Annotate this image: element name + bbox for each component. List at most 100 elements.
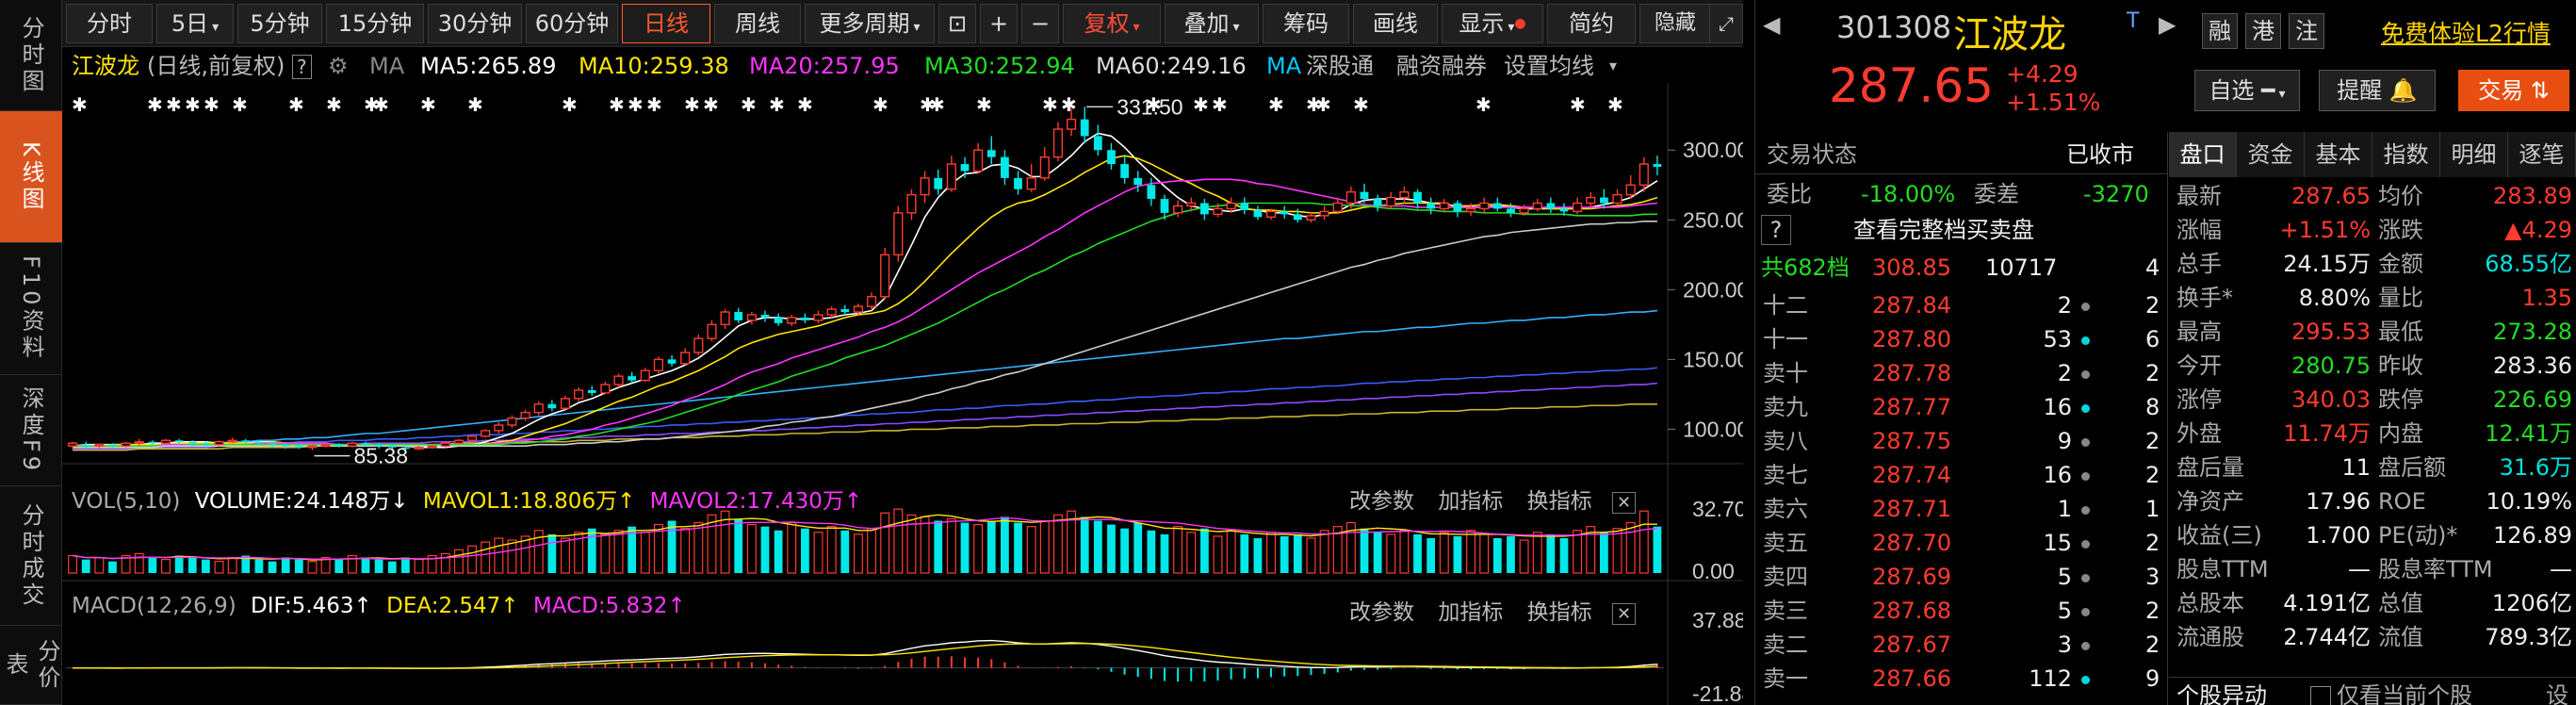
btn-weekly[interactable]: 周线	[714, 4, 801, 43]
order-book-row[interactable]: 卖六 287.71 1 1	[1755, 492, 2168, 526]
full-depth-link[interactable]: 查看完整档买卖盘	[1853, 213, 2034, 247]
prev-stock-icon[interactable]: ◀	[1763, 11, 1780, 38]
watchlist-button[interactable]: 自选 ━ ▾	[2194, 70, 2300, 111]
volume-bar	[600, 533, 611, 574]
btn-draw[interactable]: 画线	[1353, 4, 1438, 43]
ma5-line	[72, 132, 1658, 449]
btn-5day[interactable]: 5日 ▾	[156, 4, 234, 43]
tab-price-table[interactable]: 分价表	[0, 626, 62, 705]
panel-tab[interactable]: 指数	[2372, 132, 2440, 177]
btn-30min[interactable]: 30分钟	[428, 4, 522, 43]
vol-add-indicator-button[interactable]: 加指标	[1438, 489, 1503, 514]
kline-chart-area[interactable]: ✱ ✱ ✱ ✱ ✱ ✱ ✱ ✱ ✱ ✱ ✱ ✱ ✱ ✱ ✱ ✱ ✱ ✱ ✱ ✱ ✱ ✱ ✱ ✱ ✱ ✱ ✱ ✱ ✱ ✱ ✱ ✱ ✱ ✱ ✱ ✱ ✱ 30…	[62, 83, 1743, 705]
panel-tab[interactable]: 资金	[2237, 132, 2305, 177]
macd-add-indicator-button[interactable]: 加指标	[1438, 600, 1503, 625]
candle-body	[481, 430, 491, 437]
order-book-row[interactable]: 卖二 287.67 3 2	[1755, 628, 2168, 662]
order-book-row[interactable]: 卖七 287.74 16 2	[1755, 458, 2168, 492]
order-book-row[interactable]: 卖三 287.68 5 2	[1755, 594, 2168, 628]
tab-depth[interactable]: 深度F9	[0, 375, 62, 486]
level-volume: 3	[2057, 631, 2072, 658]
btn-overlay[interactable]: 叠加 ▾	[1165, 4, 1259, 43]
vol-change-param-button[interactable]: 改参数	[1349, 489, 1414, 514]
trade-button[interactable]: 交易 ⇅	[2458, 70, 2569, 111]
dot-icon	[2081, 641, 2090, 650]
level-price: 287.70	[1872, 530, 1951, 556]
order-book-row[interactable]: 卖九 287.77 16 8	[1755, 390, 2168, 424]
btn-fenshi[interactable]: 分时	[66, 4, 153, 43]
macd-tick-label: 37.88	[1692, 608, 1743, 632]
event-star-icon: ✱	[684, 93, 700, 116]
tab-f10[interactable]: F10资料	[0, 243, 62, 375]
zoom-out-icon[interactable]: −	[1021, 4, 1059, 43]
weibi-value: -18.00%	[1861, 181, 1956, 207]
btn-5min[interactable]: 5分钟	[237, 4, 322, 43]
shengutong-link[interactable]: 深股通	[1306, 49, 1374, 83]
candle-body	[1014, 177, 1022, 189]
total-price: 308.85	[1872, 254, 1951, 281]
volume-bar	[374, 559, 383, 573]
gang-badge[interactable]: 港	[2245, 13, 2281, 49]
tab-trades[interactable]: 分时成交	[0, 486, 62, 626]
stock-alert-title: 个股异动	[2177, 682, 2267, 705]
next-stock-icon[interactable]: ▶	[2159, 11, 2176, 38]
help-icon[interactable]: ?	[1761, 215, 1791, 245]
btn-simple[interactable]: 简约	[1547, 4, 1636, 43]
btn-chips[interactable]: 筹码	[1263, 4, 1349, 43]
order-book-row[interactable]: 卖十 287.78 2 2	[1755, 356, 2168, 390]
btn-15min[interactable]: 15分钟	[326, 4, 424, 43]
macd-change-param-button[interactable]: 改参数	[1349, 600, 1414, 625]
volume-bar	[734, 518, 743, 573]
btn-daily[interactable]: 日线	[622, 4, 710, 43]
panel-tab[interactable]: 盘口	[2169, 132, 2237, 177]
panel-tab[interactable]: 逐笔	[2508, 132, 2576, 177]
order-book-row[interactable]: 卖八 287.75 9 2	[1755, 424, 2168, 458]
order-book-row[interactable]: 卖四 287.69 5 3	[1755, 560, 2168, 594]
macd-swap-indicator-button[interactable]: 换指标	[1527, 600, 1592, 625]
ma-settings-link[interactable]: 设置均线	[1504, 49, 1594, 83]
margin-link[interactable]: 融资融券	[1396, 49, 1487, 83]
volume-bar	[1612, 528, 1622, 574]
order-book-row[interactable]: 卖一 287.66 112 9	[1755, 662, 2168, 696]
volume-bar	[1479, 533, 1490, 574]
rong-badge[interactable]: 融	[2202, 13, 2238, 49]
btn-fuquan[interactable]: 复权 ▾	[1063, 4, 1161, 43]
btn-hide[interactable]: 隐藏	[1639, 4, 1711, 43]
btn-more-periods[interactable]: 更多周期 ▾	[805, 4, 935, 43]
btn-60min[interactable]: 60分钟	[526, 4, 618, 43]
btn-display[interactable]: 显示 ▾●	[1442, 4, 1543, 43]
candle-body	[241, 440, 251, 442]
tab-kline[interactable]: K线图	[0, 111, 62, 243]
alert-button[interactable]: 提醒 🔔	[2319, 70, 2436, 111]
panel-tab[interactable]: 基本	[2305, 132, 2372, 177]
settings-link[interactable]: 设	[2546, 679, 2568, 705]
zhu-badge[interactable]: 注	[2289, 13, 2324, 49]
fullscreen-icon[interactable]: ⤢	[1709, 4, 1743, 43]
l2-trial-link[interactable]: 免费体验L2行情	[2381, 15, 2551, 49]
volume-bar	[1439, 532, 1449, 574]
gear-icon[interactable]: ⚙	[328, 49, 349, 83]
stat-row: 净资产 17.96 ROE 10.19%	[2169, 484, 2576, 518]
close-icon[interactable]: ✕	[1611, 492, 1637, 514]
candle-body	[520, 411, 530, 419]
panel-tab[interactable]: 明细	[2440, 132, 2508, 177]
lock-icon[interactable]: ⊡	[938, 4, 976, 43]
vol-swap-indicator-button[interactable]: 换指标	[1527, 489, 1592, 514]
event-star-icon: ✱	[1042, 93, 1058, 116]
zoom-in-icon[interactable]: +	[980, 4, 1018, 43]
level-volume: 16	[2043, 394, 2072, 420]
candle-body	[1120, 164, 1129, 178]
volume-bar	[1453, 535, 1462, 573]
order-book-row[interactable]: 十一 287.80 53 6	[1755, 322, 2168, 356]
tab-fenshi[interactable]: 分时图	[0, 0, 62, 111]
volume-bar	[481, 541, 491, 574]
help-icon[interactable]: ?	[292, 55, 312, 79]
close-icon[interactable]: ✕	[1611, 603, 1637, 625]
order-book-row[interactable]: 卖五 287.70 15 2	[1755, 526, 2168, 560]
checkbox-icon[interactable]	[2310, 686, 2331, 705]
only-current-toggle[interactable]: 仅看当前个股	[2310, 679, 2472, 705]
candle-body	[1586, 196, 1596, 205]
order-book-row[interactable]: 十二 287.84 2 2	[1755, 288, 2168, 322]
stat-key: 涨停	[2177, 386, 2222, 413]
stat-value: 4.191亿	[2283, 590, 2371, 616]
